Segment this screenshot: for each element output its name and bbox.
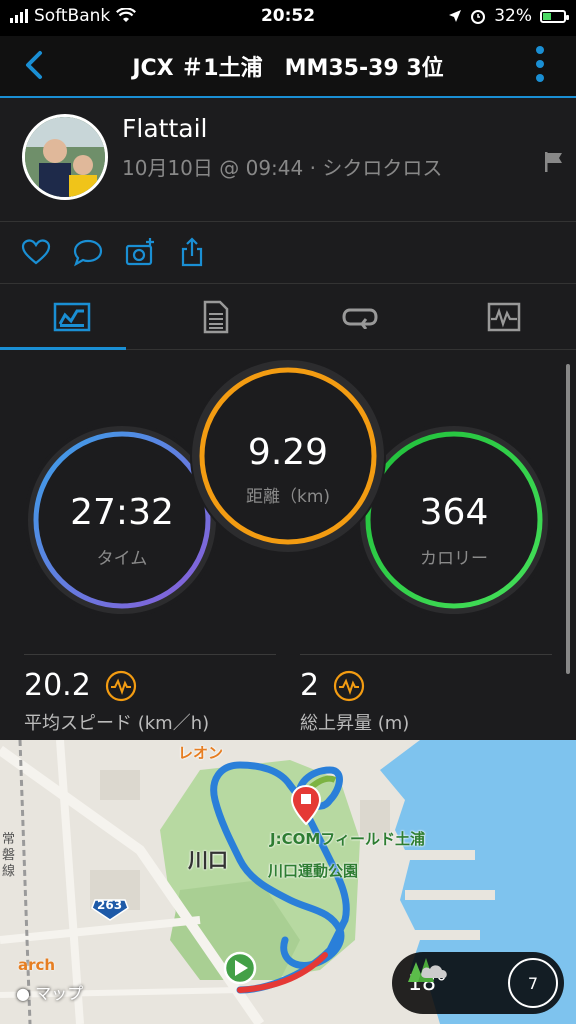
charts-icon	[487, 302, 521, 332]
activity-meta: 10月10日 @ 09:44 · シクロクロス	[122, 156, 443, 180]
map-label-joban-line: 常磐線	[2, 832, 16, 879]
map-label-arch: arch	[18, 956, 56, 974]
comment-icon[interactable]	[72, 236, 104, 268]
elevation-gain-label: 総上昇量 (m)	[300, 713, 410, 734]
scrollbar[interactable]	[566, 364, 570, 674]
heart-icon[interactable]	[20, 236, 52, 268]
activity-profile: Flattail 10月10日 @ 09:44 · シクロクロス	[0, 98, 576, 222]
share-icon[interactable]	[176, 236, 208, 268]
apple-maps-logo: ● マップ	[16, 980, 83, 1004]
activity-pulse-icon	[333, 670, 365, 701]
nav-header: JCX ＃1土浦 MM35-39 3位	[0, 36, 576, 98]
route-263-label: 263	[97, 898, 123, 912]
wind-compass: 7	[508, 958, 558, 1008]
distance-ring: 9.29 距離（km)	[190, 358, 386, 554]
location-icon	[449, 10, 462, 22]
flag-icon[interactable]	[542, 150, 566, 174]
divider	[24, 654, 276, 655]
tab-laps[interactable]	[288, 284, 432, 350]
more-options-icon[interactable]	[536, 46, 546, 82]
status-right: 32%	[448, 6, 569, 26]
elevation-gain-metric: 2 総上昇量 (m)	[300, 668, 409, 735]
battery-icon	[540, 9, 569, 23]
social-actions	[0, 222, 576, 284]
status-bar: SoftBank 20:52 32%	[0, 0, 576, 36]
apple-logo-icon: ●	[16, 984, 30, 1003]
add-photo-icon[interactable]	[124, 236, 156, 268]
details-icon	[203, 300, 229, 334]
apple-maps-label: マップ	[35, 984, 84, 1003]
activity-pulse-icon	[105, 670, 136, 701]
tab-charts[interactable]	[432, 284, 576, 350]
tab-details[interactable]	[144, 284, 288, 350]
avg-speed-value: 20.2	[24, 668, 91, 703]
page-title: JCX ＃1土浦 MM35-39 3位	[132, 56, 444, 81]
distance-label: 距離（km)	[245, 487, 331, 507]
tab-overview[interactable]	[0, 284, 144, 350]
weather-badge[interactable]: 18° 7	[392, 952, 564, 1014]
avg-speed-metric: 20.2 平均スピード (km／h)	[24, 668, 209, 735]
avatar[interactable]	[22, 114, 108, 200]
alarm-icon	[471, 10, 486, 24]
map-label-jcom-field: J:COMフィールド土浦	[270, 830, 425, 848]
laps-icon	[342, 308, 378, 329]
avg-speed-label: 平均スピード (km／h)	[24, 713, 210, 734]
overview-icon	[53, 302, 91, 332]
distance-value: 9.29	[247, 432, 329, 473]
activity-tabs	[0, 284, 576, 350]
map-label-leon: レオン	[178, 744, 224, 762]
athlete-name[interactable]: Flattail	[122, 114, 207, 143]
stats-panel: 27:32 タイム 364 カロリー 9.29 距離（km) 20.2 平均スピ…	[0, 350, 576, 740]
map-label-kawaguchi: 川口	[188, 848, 228, 872]
weather-cloud-icon	[408, 958, 447, 982]
route-map[interactable]: レオン 川口 J:COMフィールド土浦 川口運動公園 263 常磐線 arch …	[0, 740, 576, 1024]
divider	[300, 654, 552, 655]
elevation-gain-value: 2	[300, 668, 320, 703]
back-chevron-icon[interactable]	[18, 48, 52, 82]
battery-percent: 32%	[494, 6, 532, 26]
map-label-kawaguchi-park: 川口運動公園	[268, 862, 359, 880]
